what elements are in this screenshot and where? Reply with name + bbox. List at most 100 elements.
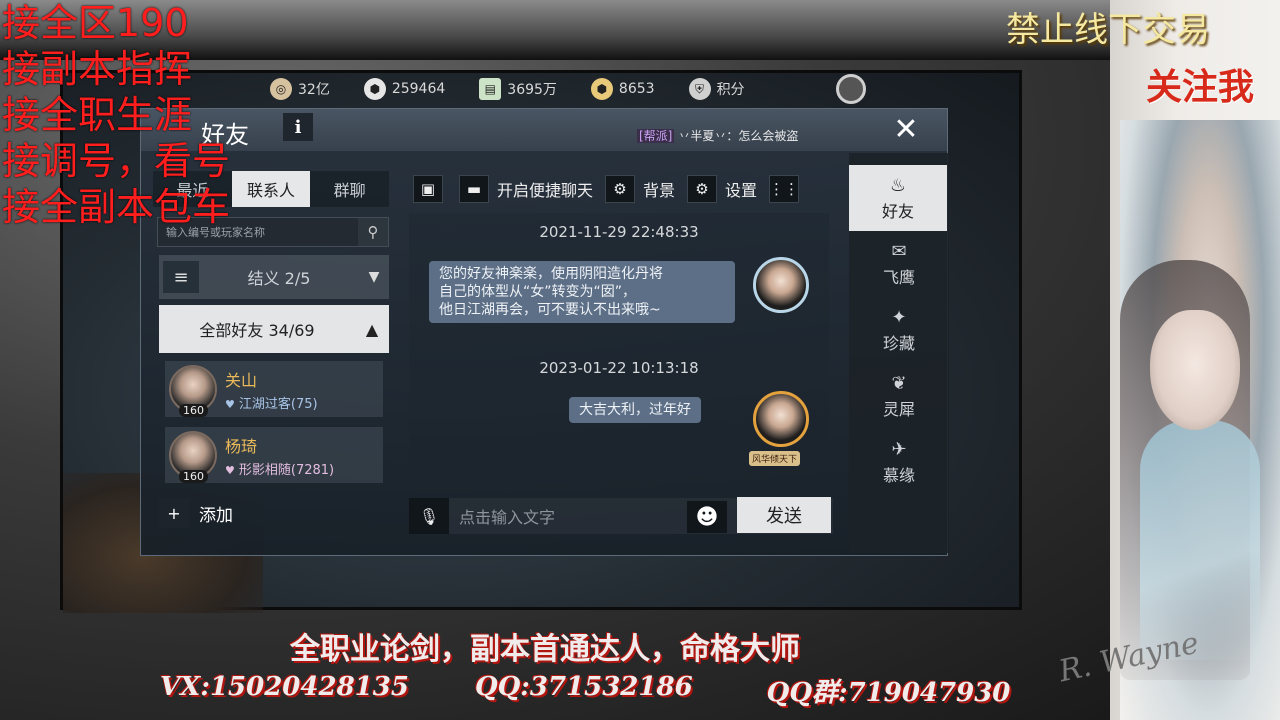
ad-line: 接全职生涯 [2, 93, 193, 137]
level-badge: 160 [179, 470, 208, 483]
friend-status-text: 形影相随(7281) [238, 462, 335, 478]
nav-item-eagle[interactable]: ✉ 飞鹰 [849, 231, 949, 297]
heart-icon: ♥ [225, 397, 235, 411]
avatar: 160 [169, 431, 217, 483]
nav-label: 好友 [881, 201, 914, 221]
paper-crane-icon: ✈ [891, 438, 907, 460]
nav-item-muyuan[interactable]: ✈ 慕缘 [849, 429, 949, 495]
info-button[interactable]: i [283, 113, 313, 141]
all-friends-row[interactable]: 全部好友 34/69 ▲ [159, 305, 389, 353]
grid-menu-icon[interactable]: ⋮⋮ [769, 175, 800, 203]
my-avatar[interactable] [753, 391, 809, 447]
message-timestamp: 2021-11-29 22:48:33 [539, 223, 699, 241]
no-offline-trade-notice: 禁止线下交易 [1006, 10, 1210, 50]
ad-line: 接调号，看号 [2, 139, 231, 183]
add-friend-label: 添加 [199, 505, 233, 526]
friend-status-text: 江湖过客(75) [238, 396, 318, 412]
portrait-illustration [1120, 120, 1280, 720]
nav-item-lingxi[interactable]: ❦ 灵犀 [849, 363, 949, 429]
guild-ticker: [帮派] 丷半夏丷：怎么会被盗 [637, 127, 798, 144]
resource-value: 259464 [391, 81, 446, 97]
message-line: 自己的体型从“女”转变为“囡”， [439, 284, 637, 300]
chat-history[interactable]: 2021-11-29 22:48:33 您的好友神楽楽，使用阴阳造化丹将 自己的… [409, 213, 829, 483]
sworn-group-row[interactable]: ≡ 结义 2/5 ▼ [159, 255, 389, 299]
nav-label: 灵犀 [882, 399, 915, 419]
portrait-robe [1140, 420, 1260, 660]
banknote-icon: ▤ [479, 78, 502, 100]
ad-line: 接全副本包车 [2, 185, 231, 229]
all-friends-label: 全部好友 34/69 [199, 321, 315, 340]
search-button[interactable]: ⚲ [358, 218, 388, 246]
add-friend-button[interactable]: + 添加 [153, 491, 391, 535]
gear-icon[interactable]: ⚙ [687, 175, 718, 203]
wechat-contact: VX:15020428135 [160, 672, 409, 702]
nav-item-collection[interactable]: ✦ 珍藏 [849, 297, 949, 363]
qq-contact: QQ:371532186 [474, 672, 693, 702]
nav-label: 飞鹰 [882, 267, 915, 287]
panel-header: 好友 i [帮派] 丷半夏丷：怎么会被盗 ✕ [141, 109, 947, 151]
settings-button[interactable]: 设置 [725, 177, 757, 201]
settings-ring-icon[interactable] [836, 74, 866, 104]
friends-panel: 好友 i [帮派] 丷半夏丷：怎么会被盗 ✕ 最近 联系人 群聊 输入编号或玩家名… [140, 108, 949, 556]
stream-canvas: R. Wayne ◎ 32亿 ⬢ 259464 ▤ 3695万 ⬢ 8653 ⛨… [0, 0, 1280, 720]
sender-avatar[interactable] [753, 257, 809, 313]
ornament-icon: ❦ [891, 372, 907, 394]
level-badge: 160 [179, 404, 208, 417]
ingot-icon: ⬢ [363, 78, 386, 100]
friend-info: 关山 ♥ 江湖过客(75) [225, 367, 318, 412]
message-bubble: 您的好友神楽楽，使用阴阳造化丹将 自己的体型从“女”转变为“囡”， 他日江湖再会… [429, 261, 735, 323]
nav-item-friends[interactable]: ♨ 好友 [849, 165, 947, 231]
friend-info: 杨琦 ♥ 形影相随(7281) [225, 433, 334, 478]
message-timestamp: 2023-01-22 10:13:18 [539, 359, 699, 377]
list-icon: ≡ [163, 261, 199, 293]
send-button[interactable]: 发送 [737, 497, 831, 533]
side-navigation: ♨ 好友 ✉ 飞鹰 ✦ 珍藏 ❦ 灵犀 ✈ 慕缘 [849, 153, 949, 553]
message-bubble: 大吉大利，过年好 [569, 397, 701, 423]
background-button[interactable]: 背景 [643, 177, 675, 201]
resource-item[interactable]: ⛨ 积分 [688, 78, 745, 100]
treasure-icon: ✦ [891, 306, 907, 328]
contact-info: VX:15020428135 QQ:371532186 QQ群:71904793… [160, 672, 1010, 709]
close-button[interactable]: ✕ [881, 109, 931, 149]
avatar: 160 [169, 365, 217, 417]
shield-icon: ⛨ [688, 78, 711, 100]
slogan-text: 全职业论剑，副本首通达人，命格大师 [290, 632, 800, 667]
nav-label: 慕缘 [882, 465, 915, 485]
resource-value: 32亿 [298, 82, 330, 98]
heart-icon: ♥ [225, 463, 235, 477]
friend-status: ♥ 形影相随(7281) [225, 459, 334, 478]
follow-me-text: 关注我 [1146, 66, 1255, 108]
resource-item: ⬢ 8653 [590, 78, 655, 100]
quick-chat-toggle[interactable]: 开启便捷聊天 [497, 177, 593, 201]
close-icon: ✕ [893, 111, 919, 147]
message-line: 他日江湖再会，可不要认不出来哦~ [439, 302, 661, 318]
emoji-icon[interactable]: ☻ [687, 501, 727, 533]
gift-icon[interactable]: ▣ [413, 175, 443, 203]
resource-item: ▤ 3695万 [479, 78, 557, 100]
nav-label: 珍藏 [882, 333, 915, 353]
friend-item[interactable]: 160 杨琦 ♥ 形影相随(7281) [165, 427, 383, 483]
gear-icon[interactable]: ⚙ [605, 175, 636, 203]
ad-line: 接全区190 [2, 1, 189, 45]
resource-bar: ◎ 32亿 ⬢ 259464 ▤ 3695万 ⬢ 8653 ⛨ 积分 [270, 74, 779, 104]
chat-bubble-icon[interactable]: ▬ [459, 175, 489, 203]
chat-toolbar: ▣ ▬ 开启便捷聊天 ⚙ 背景 ⚙ 设置 ⋮⋮ [413, 173, 800, 205]
resource-value: 3695万 [507, 82, 557, 98]
service-ads: 接全区190 接副本指挥 接全职生涯 接调号，看号 接全副本包车 [2, 0, 230, 230]
tab-group-chat[interactable]: 群聊 [310, 171, 390, 207]
friend-name: 杨琦 [225, 436, 258, 456]
resource-value: 积分 [716, 82, 745, 98]
group-label: 结义 2/5 [247, 269, 311, 288]
ticker-text: 丷半夏丷：怎么会被盗 [678, 129, 799, 143]
friend-status: ♥ 江湖过客(75) [225, 393, 318, 412]
teapot-icon: ♨ [889, 174, 907, 196]
add-user-icon: + [159, 498, 189, 528]
friend-item[interactable]: 160 关山 ♥ 江湖过客(75) [165, 361, 383, 417]
tab-contacts[interactable]: 联系人 [231, 171, 311, 207]
microphone-icon[interactable]: 🎙 [409, 498, 449, 534]
resource-value: 8653 [618, 81, 655, 97]
search-icon: ⚲ [367, 223, 379, 241]
gold-ingot-icon: ⬢ [590, 78, 613, 100]
resource-item: ⬢ 259464 [363, 78, 446, 100]
title-badge: 风华倾天下 [749, 451, 801, 466]
